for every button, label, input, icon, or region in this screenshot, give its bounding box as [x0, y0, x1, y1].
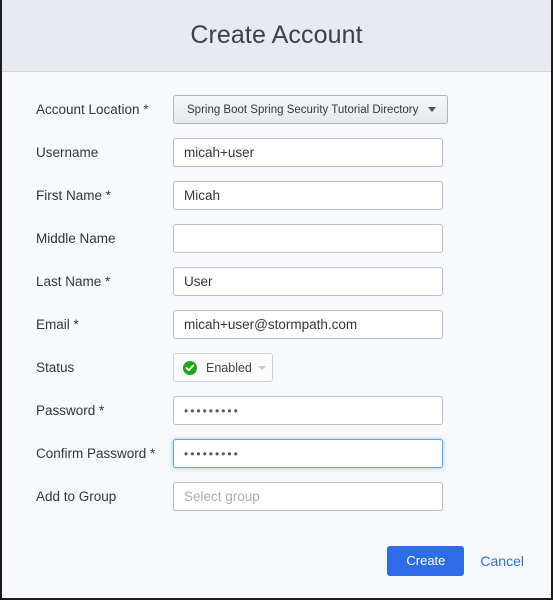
last-name-input[interactable] — [173, 267, 443, 296]
cancel-button[interactable]: Cancel — [480, 553, 524, 569]
account-location-select[interactable]: Spring Boot Spring Security Tutorial Dir… — [173, 95, 449, 124]
label-last-name: Last Name * — [36, 274, 111, 289]
check-circle-icon — [183, 360, 197, 375]
control-first-name — [173, 181, 551, 210]
form-row-status: Status Enabled — [2, 346, 551, 389]
control-confirm-password — [173, 439, 551, 468]
confirm-password-input[interactable] — [173, 439, 443, 468]
dialog-title: Create Account — [190, 21, 363, 49]
middle-name-input[interactable] — [173, 224, 443, 253]
chevron-down-icon — [428, 107, 437, 112]
form-row-password: Password * — [2, 389, 551, 432]
label-middle-name: Middle Name — [36, 231, 116, 246]
control-email — [173, 310, 551, 339]
email-input[interactable] — [173, 310, 443, 339]
dialog-footer: Create Cancel — [2, 546, 551, 576]
add-to-group-input[interactable] — [173, 482, 443, 511]
label-account-location: Account Location * — [36, 102, 149, 117]
dialog-body: Account Location * Spring Boot Spring Se… — [2, 72, 551, 576]
form-row-confirm-password: Confirm Password * — [2, 432, 551, 475]
create-account-dialog: Create Account Account Location * Spring… — [0, 0, 553, 600]
label-add-to-group: Add to Group — [36, 489, 117, 504]
chevron-down-icon — [258, 365, 266, 370]
control-status: Enabled — [173, 353, 551, 382]
status-selected-value: Enabled — [206, 360, 252, 375]
label-first-name: First Name * — [36, 188, 112, 203]
control-add-to-group — [173, 482, 551, 511]
form-row-add-to-group: Add to Group — [2, 475, 551, 518]
label-status: Status — [36, 360, 75, 375]
form-row-last-name: Last Name * — [2, 260, 551, 303]
label-confirm-password: Confirm Password * — [36, 446, 156, 461]
control-username — [173, 138, 551, 167]
label-username: Username — [36, 145, 99, 160]
form-row-email: Email * — [2, 303, 551, 346]
form-row-username: Username — [2, 131, 551, 174]
status-select[interactable]: Enabled — [173, 353, 273, 382]
control-last-name — [173, 267, 551, 296]
account-location-selected-value: Spring Boot Spring Security Tutorial Dir… — [187, 103, 419, 116]
create-button[interactable]: Create — [387, 546, 465, 576]
username-input[interactable] — [173, 138, 443, 167]
control-password — [173, 396, 551, 425]
label-password: Password * — [36, 403, 105, 418]
dialog-header: Create Account — [2, 0, 551, 72]
label-email: Email * — [36, 317, 79, 332]
control-middle-name — [173, 224, 551, 253]
first-name-input[interactable] — [173, 181, 443, 210]
password-input[interactable] — [173, 396, 443, 425]
form-row-first-name: First Name * — [2, 174, 551, 217]
form-row-account-location: Account Location * Spring Boot Spring Se… — [2, 88, 551, 131]
form-row-middle-name: Middle Name — [2, 217, 551, 260]
control-account-location: Spring Boot Spring Security Tutorial Dir… — [173, 95, 551, 124]
